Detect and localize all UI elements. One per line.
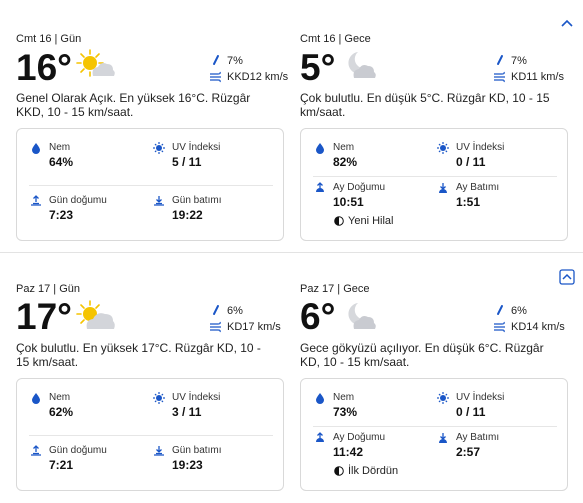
- period-label: Cmt 16 | Gece: [300, 33, 371, 45]
- divider: [29, 435, 273, 436]
- forecast-summary: Gece gökyüzü açılıyor. En düşük 6°C. Rüz…: [300, 341, 544, 369]
- moonrise-icon: [314, 182, 326, 194]
- uv-sun-icon: [437, 392, 449, 404]
- details-card: Nem 64% UV İndeksi 5 / 11 Gün doğumu 7:2…: [16, 128, 284, 241]
- divider: [29, 185, 273, 186]
- details-card: Nem 82% UV İndeksi 0 / 11 Ay Doğumu 10:5…: [300, 128, 568, 241]
- humidity-drop-icon: [314, 392, 326, 404]
- sunrise-icon: [30, 445, 42, 457]
- sunset-icon: [153, 445, 165, 457]
- temperature: 16°: [16, 47, 72, 88]
- uv-sun-icon: [153, 392, 165, 404]
- night-period-panel: Cmt 16 | Gece 5° 7% KD11 km/s Çok bulutl…: [300, 0, 583, 252]
- forecast-summary: Çok bulutlu. En yüksek 17°C. Rüzgâr KD, …: [16, 341, 261, 369]
- divider: [313, 426, 557, 427]
- temperature: 17°: [16, 296, 72, 337]
- humidity-drop-icon: [30, 392, 42, 404]
- period-label: Paz 17 | Gece: [300, 283, 370, 295]
- wind-value: KD11 km/s: [511, 71, 564, 83]
- humidity-drop-icon: [30, 142, 42, 154]
- wind-icon: [209, 320, 223, 334]
- night-period-panel: Paz 17 | Gece 6° 6% KD14 km/s Gece gökyü…: [300, 253, 583, 503]
- moonset-icon: [437, 182, 449, 194]
- day-period-panel: Cmt 16 | Gün 16° 7% KKD12 km/s Genel Ola…: [16, 0, 301, 252]
- precipitation-value: 7%: [511, 55, 527, 67]
- forecast-day-saturday: Cmt 16 | Gün 16° 7% KKD12 km/s Genel Ola…: [0, 0, 583, 252]
- raindrop-icon: [209, 54, 223, 68]
- day-period-panel: Paz 17 | Gün 17° 6% KD17 km/s Çok bulutl…: [16, 253, 301, 503]
- wind-icon: [493, 320, 507, 334]
- moonset-icon: [437, 432, 449, 444]
- divider: [313, 176, 557, 177]
- sunrise-icon: [30, 195, 42, 207]
- sun-cloud-icon: [76, 299, 116, 333]
- precipitation-value: 7%: [227, 55, 243, 67]
- details-card: Nem 62% UV İndeksi 3 / 11 Gün doğumu 7:2…: [16, 378, 284, 491]
- uv-sun-icon: [437, 142, 449, 154]
- uv-sun-icon: [153, 142, 165, 154]
- moon-cloud-icon: [340, 48, 380, 82]
- period-label: Cmt 16 | Gün: [16, 33, 82, 45]
- period-label: Paz 17 | Gün: [16, 283, 81, 295]
- details-card: Nem 73% UV İndeksi 0 / 11 Ay Doğumu 11:4…: [300, 378, 568, 491]
- sun-cloud-icon: [76, 48, 116, 82]
- wind-value: KKD12 km/s: [227, 71, 289, 83]
- moonrise-icon: [314, 432, 326, 444]
- temperature: 6°: [300, 296, 336, 337]
- first-quarter-moon-icon: [334, 466, 344, 476]
- wind-icon: [493, 70, 507, 84]
- precipitation-value: 6%: [511, 305, 527, 317]
- humidity-drop-icon: [314, 142, 326, 154]
- forecast-summary: Genel Olarak Açık. En yüksek 16°C. Rüzgâ…: [16, 91, 251, 119]
- wind-icon: [209, 70, 223, 84]
- wind-value: KD17 km/s: [227, 321, 281, 333]
- forecast-day-sunday: Paz 17 | Gün 17° 6% KD17 km/s Çok bulutl…: [0, 253, 583, 503]
- precipitation-value: 6%: [227, 305, 243, 317]
- raindrop-icon: [493, 54, 507, 68]
- forecast-summary: Çok bulutlu. En düşük 5°C. Rüzgâr KD, 10…: [300, 91, 550, 119]
- raindrop-icon: [493, 304, 507, 318]
- wind-value: KD14 km/s: [511, 321, 565, 333]
- temperature: 5°: [300, 47, 336, 88]
- raindrop-icon: [209, 304, 223, 318]
- sunset-icon: [153, 195, 165, 207]
- waxing-crescent-icon: [334, 216, 344, 226]
- moon-cloud-icon: [340, 299, 380, 333]
